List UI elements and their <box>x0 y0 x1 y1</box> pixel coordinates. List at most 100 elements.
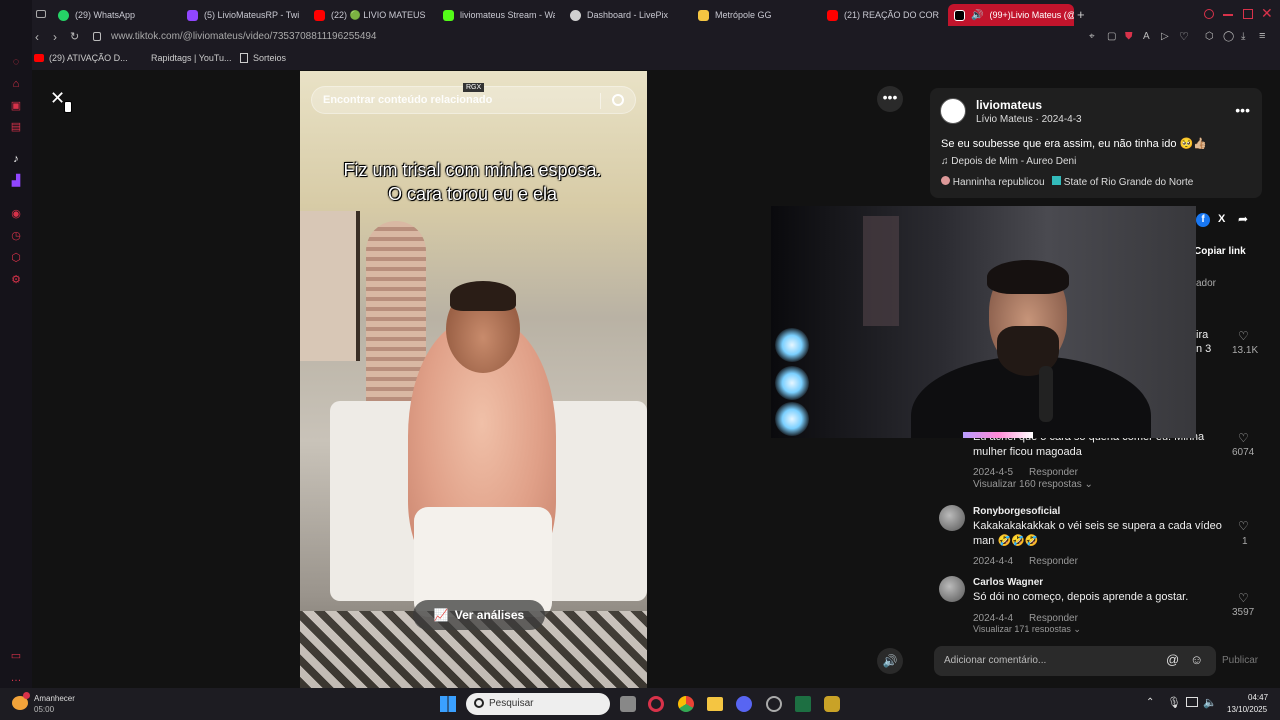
task-view-icon[interactable] <box>620 696 636 712</box>
heart-icon[interactable]: ♡ <box>1179 30 1189 43</box>
volume-icon[interactable]: 🔊 <box>877 648 903 674</box>
location-row[interactable]: State of Rio Grande do Norte <box>1052 176 1193 188</box>
sidebar-messenger-icon[interactable]: ▣ <box>10 100 22 112</box>
app2-taskbar-icon[interactable] <box>824 696 840 712</box>
tab-overview-icon[interactable] <box>36 10 46 18</box>
commenter-avatar[interactable] <box>939 505 965 531</box>
sidebar-twitch-icon[interactable]: ▟ <box>10 175 22 187</box>
view-replies-button[interactable]: Visualizar 160 respostas ⌄ <box>973 479 1093 490</box>
bookmark-rapidtags[interactable]: Rapidtags | YouTu... <box>151 53 232 63</box>
tab-label: liviomateus Stream - Wat <box>460 10 555 20</box>
copy-link-button[interactable]: Copiar link <box>1194 246 1246 257</box>
profile-icon[interactable]: ◯ <box>1223 31 1234 42</box>
clock-date[interactable]: 13/10/2025 <box>1227 705 1267 714</box>
discord-taskbar-icon[interactable] <box>736 696 752 712</box>
tab-youtube-live[interactable]: (22) 🟢 LIVIO MATEUS <box>314 6 426 24</box>
author-avatar[interactable] <box>940 98 966 124</box>
opera-taskbar-icon[interactable] <box>648 696 664 712</box>
tab-metropole[interactable]: Metrópole GG <box>698 6 810 24</box>
comment-input[interactable]: Adicionar comentário... <box>944 655 1046 666</box>
tab-twitch[interactable]: (5) LivioMateusRP - Twitc <box>187 6 299 24</box>
search-icon[interactable] <box>612 94 624 106</box>
author-username[interactable]: liviomateus <box>976 98 1042 112</box>
tab-livepix[interactable]: Dashboard - LivePix <box>570 6 682 24</box>
forward-icon[interactable]: › <box>53 30 57 44</box>
sidebar-aria-icon[interactable]: ◌ <box>10 56 22 68</box>
reply-button[interactable]: Responder <box>1029 613 1078 624</box>
network-icon[interactable] <box>1186 697 1198 707</box>
camera-icon[interactable]: ⌖ <box>1089 31 1095 42</box>
facebook-share-icon[interactable]: f <box>1196 213 1210 227</box>
play-icon[interactable]: ▷ <box>1161 31 1169 42</box>
minimize-icon[interactable] <box>1223 14 1233 16</box>
bookmark-label: Rapidtags | YouTu... <box>151 53 232 63</box>
music-row[interactable]: ♫ Depois de Mim - Aureo Deni <box>941 156 1076 167</box>
adblock-icon[interactable]: ⛊ <box>1125 31 1133 42</box>
like-icon[interactable]: ♡ <box>1238 519 1249 533</box>
tab-kick[interactable]: liviomateus Stream - Wat <box>443 6 555 24</box>
repost-row[interactable]: Hanninha republicou <box>941 176 1045 188</box>
like-count: 1 <box>1242 536 1248 547</box>
translate-icon[interactable]: A <box>1143 31 1150 42</box>
share-arrow-icon[interactable]: ➦ <box>1238 212 1248 226</box>
comment-author[interactable]: Carlos Wagner <box>973 577 1223 588</box>
bookmark-sorteios[interactable]: Sorteios <box>240 53 286 63</box>
like-icon[interactable]: ♡ <box>1238 431 1249 445</box>
tab-tiktok-active[interactable]: 🔊 (99+)Livio Mateus (@ <box>948 4 1074 26</box>
commenter-avatar[interactable] <box>939 576 965 602</box>
repost-avatar <box>941 176 950 185</box>
maximize-icon[interactable] <box>1243 9 1253 19</box>
snapshot-icon[interactable]: ▢ <box>1107 31 1116 42</box>
file-explorer-icon[interactable] <box>707 697 723 711</box>
sidebar-more-icon[interactable]: … <box>10 672 22 684</box>
sidebar-tiktok-icon[interactable]: ♪ <box>10 153 22 165</box>
download-icon[interactable]: ⤓ <box>1241 31 1245 42</box>
close-window-icon[interactable]: ✕ <box>1261 5 1273 22</box>
search-placeholder: Pesquisar <box>489 698 534 709</box>
mention-icon[interactable]: @ <box>1166 652 1179 667</box>
view-replies-button[interactable]: Visualizar 171 respostas ⌄ <box>973 624 1081 632</box>
like-count: 3597 <box>1232 607 1255 618</box>
publish-button[interactable]: Publicar <box>1222 655 1258 666</box>
sidebar-shop-icon[interactable]: ⌂ <box>10 78 22 90</box>
sidebar-mail-icon[interactable]: ▤ <box>10 121 22 133</box>
bookmark-ativacao[interactable]: (29) ATIVAÇÃO D... <box>34 53 128 63</box>
app-taskbar-icon[interactable] <box>766 696 782 712</box>
tab-whatsapp[interactable]: (29) WhatsApp <box>58 6 178 24</box>
search-tabs-icon[interactable] <box>1204 9 1214 19</box>
menu-icon[interactable]: ≡ <box>1259 30 1265 42</box>
mic-tray-icon[interactable]: 🎙 <box>1167 696 1181 709</box>
new-tab-icon[interactable]: + <box>1077 8 1085 22</box>
chrome-taskbar-icon[interactable] <box>678 696 694 712</box>
excel-taskbar-icon[interactable] <box>795 696 811 712</box>
sidebar-customize-icon[interactable]: ▭ <box>10 650 22 662</box>
like-icon[interactable]: ♡ <box>1238 591 1249 605</box>
sidebar-history-icon[interactable]: ◷ <box>10 230 22 242</box>
sidebar-player-icon[interactable]: ◉ <box>10 208 22 220</box>
url-field[interactable]: www.tiktok.com/@liviomateus/video/735370… <box>111 31 377 42</box>
back-icon[interactable]: ‹ <box>35 30 39 44</box>
windows-start-icon[interactable] <box>440 696 456 712</box>
reload-icon[interactable]: ↻ <box>70 30 79 43</box>
close-video-icon[interactable]: ✕ <box>50 88 65 109</box>
post-more-icon[interactable]: ••• <box>1235 102 1250 118</box>
taskbar-search[interactable]: Pesquisar <box>466 693 610 715</box>
more-options-icon[interactable]: ••• <box>877 86 903 112</box>
clock-time[interactable]: 04:47 <box>1248 693 1268 702</box>
x-share-icon[interactable]: X <box>1218 213 1225 225</box>
video-caption: Fiz um trisal com minha esposa. O cara t… <box>343 160 602 204</box>
tab-youtube-reacao[interactable]: (21) REAÇÃO DO CORONI <box>827 6 939 24</box>
extensions-icon[interactable]: ⬡ <box>1205 31 1214 42</box>
view-analytics-button[interactable]: 📈 Ver análises <box>413 600 545 630</box>
comment-input-box[interactable]: Adicionar comentário... @ ☺ <box>934 646 1216 676</box>
sidebar-extensions-icon[interactable]: ⬡ <box>10 252 22 264</box>
comment-author[interactable]: Ronyborgesoficial <box>973 506 1223 517</box>
emoji-icon[interactable]: ☺ <box>1190 652 1203 667</box>
tray-chevron-icon[interactable]: ⌃ <box>1146 697 1154 708</box>
volume-tray-icon[interactable]: 🔈 <box>1203 696 1217 709</box>
reply-button[interactable]: Responder <box>1029 556 1078 567</box>
reply-button[interactable]: Responder <box>1029 467 1078 478</box>
creator-tab-partial[interactable]: ador <box>1196 278 1216 289</box>
sidebar-settings-icon[interactable]: ⚙ <box>10 274 22 286</box>
like-icon[interactable]: ♡ <box>1238 329 1249 343</box>
